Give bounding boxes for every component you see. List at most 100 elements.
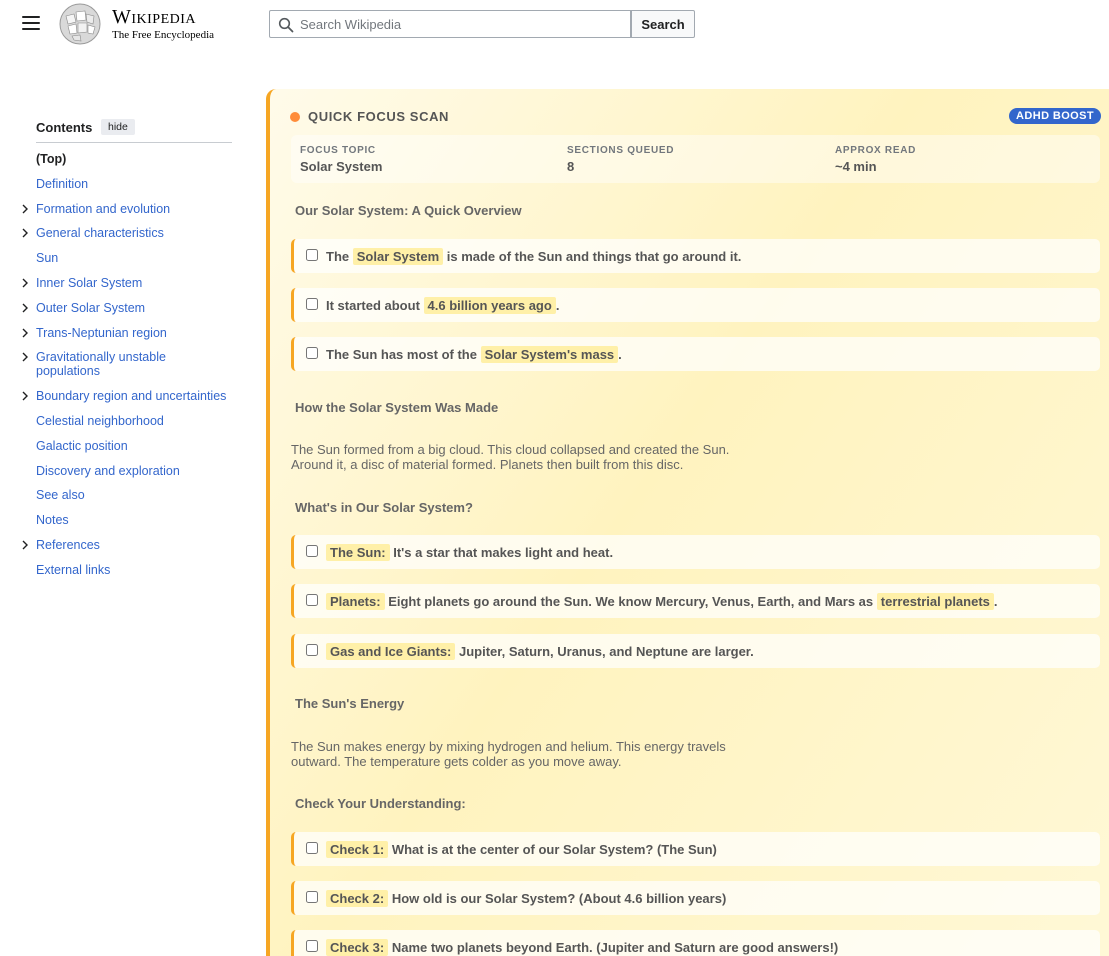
section-title-check: Check Your Understanding: <box>295 796 466 811</box>
card-text-post: . <box>993 594 998 609</box>
toc-hide-button[interactable]: hide <box>101 119 135 135</box>
focus-checkbox[interactable] <box>306 891 318 903</box>
highlight-term: Gas and Ice Giants: <box>326 643 456 660</box>
toc-item[interactable]: General characteristics <box>20 226 232 240</box>
highlight-term: 4.6 billion years ago <box>423 297 556 314</box>
card-text-post: It's a star that makes light and heat. <box>393 545 614 560</box>
card-text: It started about 4.6 billion years ago. <box>326 297 560 314</box>
card-text-post: . <box>555 298 560 313</box>
section-title-overview: Our Solar System: A Quick Overview <box>295 203 522 218</box>
toc-item[interactable]: Sun <box>20 251 232 265</box>
search-icon <box>278 17 294 33</box>
toc-item[interactable]: Outer Solar System <box>20 301 232 315</box>
main-menu-icon[interactable] <box>22 16 40 32</box>
toc-item-label: (Top) <box>36 152 67 166</box>
wordmark-title: Wikipedia <box>112 6 197 28</box>
focus-stats: FOCUS TOPIC Solar System SECTIONS QUEUED… <box>291 135 1100 183</box>
chevron-right-icon[interactable] <box>20 391 30 401</box>
chevron-right-icon[interactable] <box>20 352 30 362</box>
quick-focus-panel: QUICK FOCUS SCAN ADHD BOOST FOCUS TOPIC … <box>266 89 1109 956</box>
search-box <box>269 10 631 38</box>
table-of-contents: Contents hide (Top) Definition Formation a… <box>20 112 232 588</box>
search-input[interactable] <box>300 14 620 34</box>
toc-title: Contents <box>36 120 93 135</box>
toc-item[interactable]: Formation and evolution <box>20 202 232 216</box>
stat-label: FOCUS TOPIC <box>300 145 376 156</box>
focus-card: The Solar System is made of the Sun and … <box>291 239 1100 273</box>
toc-item[interactable]: Gravitationally unstable populations <box>20 350 232 378</box>
focus-card: Check 2: How old is our Solar System? (A… <box>291 881 1100 915</box>
toc-item-label: Celestial neighborhood <box>36 413 164 428</box>
toc-item[interactable]: Definition <box>20 177 232 191</box>
stat-value: Solar System <box>300 159 383 174</box>
card-text-post: Name two planets beyond Earth. (Jupiter … <box>391 940 839 955</box>
toc-item-label: Formation and evolution <box>36 201 171 216</box>
highlight-term: terrestrial planets <box>876 593 994 610</box>
toc-item-label: References <box>36 537 100 552</box>
toc-item-label: Outer Solar System <box>36 300 146 315</box>
focus-checkbox[interactable] <box>306 594 318 606</box>
card-text-post: Jupiter, Saturn, Uranus, and Neptune are… <box>459 644 754 659</box>
section-title-made: How the Solar System Was Made <box>295 400 499 415</box>
toc-list: (Top) Definition Formation and evolution Ge… <box>20 152 232 577</box>
highlight-term: Solar System's mass <box>480 346 619 363</box>
chevron-right-icon[interactable] <box>20 328 30 338</box>
toc-item[interactable]: Galactic position <box>20 439 232 453</box>
toc-item[interactable]: Boundary region and uncertainties <box>20 389 232 403</box>
section-title-energy: The Sun's Energy <box>295 696 405 711</box>
toc-item[interactable]: Notes <box>20 513 232 527</box>
focus-card: The Sun: It's a star that makes light an… <box>291 535 1100 569</box>
chevron-right-icon[interactable] <box>20 303 30 313</box>
focus-checkbox[interactable] <box>306 249 318 261</box>
panel-title: QUICK FOCUS SCAN <box>308 109 450 124</box>
stat-label: APPROX READ <box>835 145 917 156</box>
toc-header: Contents hide <box>36 112 232 143</box>
focus-checkbox[interactable] <box>306 347 318 359</box>
chevron-right-icon[interactable] <box>20 228 30 238</box>
toc-item[interactable]: (Top) <box>20 152 232 166</box>
highlight-term: Solar System <box>352 248 444 265</box>
toc-item[interactable]: Discovery and exploration <box>20 464 232 478</box>
adhd-boost-badge: ADHD BOOST <box>1009 108 1101 124</box>
focus-checkbox[interactable] <box>306 940 318 952</box>
focus-checkbox[interactable] <box>306 644 318 656</box>
toc-item[interactable]: Inner Solar System <box>20 276 232 290</box>
focus-checkbox[interactable] <box>306 298 318 310</box>
toc-item-label: Discovery and exploration <box>36 463 180 478</box>
card-text: The Sun: It's a star that makes light an… <box>326 544 614 561</box>
focus-checkbox[interactable] <box>306 545 318 557</box>
toc-item[interactable]: Trans-Neptunian region <box>20 326 232 340</box>
status-dot-icon <box>290 112 300 122</box>
toc-item-label: Definition <box>36 176 89 191</box>
wikipedia-wordmark[interactable]: Wikipedia The Free Encyclopedia <box>112 7 214 42</box>
toc-item-label: External links <box>36 562 111 577</box>
section-title-whats-in: What's in Our Solar System? <box>295 500 473 515</box>
card-text-post: How old is our Solar System? (About 4.6 … <box>391 891 727 906</box>
search-button[interactable]: Search <box>631 10 695 38</box>
wikipedia-globe-logo[interactable] <box>58 2 104 46</box>
highlight-term: Check 1: <box>326 841 389 858</box>
toc-item[interactable]: See also <box>20 488 232 502</box>
toc-item-label: Gravitationally unstable populations <box>36 350 166 379</box>
toc-item-label: See also <box>36 488 85 503</box>
toc-item-label: Notes <box>36 513 69 528</box>
focus-card: Gas and Ice Giants: Jupiter, Saturn, Ura… <box>291 634 1100 668</box>
chevron-right-icon[interactable] <box>20 204 30 214</box>
highlight-term: Planets: <box>326 593 385 610</box>
chevron-right-icon[interactable] <box>20 540 30 550</box>
toc-item[interactable]: References <box>20 538 232 552</box>
made-paragraph: The Sun formed from a big cloud. This cl… <box>291 442 730 472</box>
toc-item-label: General characteristics <box>36 226 164 241</box>
card-text: Planets: Eight planets go around the Sun… <box>326 593 998 610</box>
card-text-pre: The <box>326 249 350 264</box>
toc-item-label: Sun <box>36 251 59 266</box>
focus-checkbox[interactable] <box>306 842 318 854</box>
toc-item[interactable]: Celestial neighborhood <box>20 414 232 428</box>
toc-item[interactable]: External links <box>20 563 232 577</box>
stat-label: SECTIONS QUEUED <box>567 145 675 156</box>
focus-card: Planets: Eight planets go around the Sun… <box>291 584 1100 618</box>
chevron-right-icon[interactable] <box>20 278 30 288</box>
toc-item-label: Boundary region and uncertainties <box>36 389 227 404</box>
card-text: Check 1: What is at the center of our So… <box>326 841 717 858</box>
focus-card: Check 1: What is at the center of our So… <box>291 832 1100 866</box>
